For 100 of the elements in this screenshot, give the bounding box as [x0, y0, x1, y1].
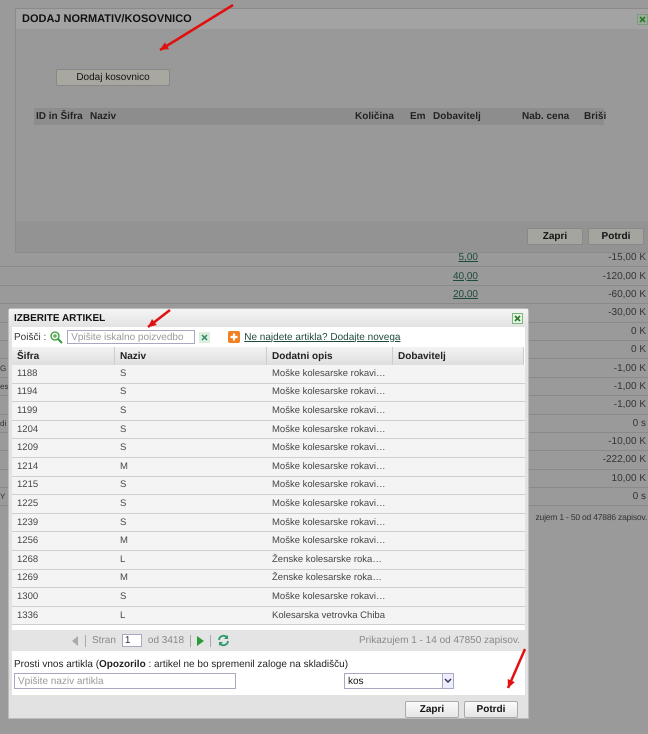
dialog-title: DODAJ NORMATIV/KOSOVNICO — [22, 13, 192, 25]
amount-cell-text: -120,00 K — [602, 270, 647, 282]
table-cell-text: 1209 — [16, 441, 40, 456]
refresh-icon[interactable] — [217, 634, 230, 647]
table-cell-text: S — [119, 441, 128, 456]
add-icon[interactable] — [228, 331, 240, 343]
previous-page-icon[interactable] — [72, 636, 79, 646]
table-cell-text: 1256 — [16, 534, 40, 548]
table-cell-text: 1300 — [16, 590, 40, 604]
amount-cell-text: 0 s — [632, 491, 647, 502]
page-field[interactable]: 1 — [122, 634, 142, 647]
table-cell-text: Moške kolesarske rokavi… — [271, 366, 387, 381]
quantity-link[interactable]: 20,00 — [452, 288, 478, 300]
quantity-link[interactable]: 5,00 — [458, 252, 478, 264]
table-cell-text: Moške kolesarske rokavi… — [271, 496, 387, 511]
table-cell-text: Moške kolesarske rokavi… — [271, 404, 387, 418]
amount-cell-text: 10,00 K — [612, 472, 647, 484]
table-cell-text: S — [119, 422, 128, 437]
add-bom-button[interactable]: Dodaj kosovnico — [56, 69, 170, 86]
caret-icon[interactable] — [442, 674, 453, 688]
dialog-title: IZBERITE ARTIKEL — [14, 312, 106, 324]
article-name-field[interactable]: Vpišite naziv artikla — [14, 673, 236, 689]
amount-cell-text: 0 K — [630, 344, 647, 356]
annotation-arrow — [506, 648, 526, 688]
table-cell-text: 1215 — [16, 478, 40, 492]
table-cell-text: 1214 — [16, 460, 40, 474]
table-cell-text: Moške kolesarske rokavi… — [271, 385, 387, 400]
column-header: Naziv — [90, 111, 118, 122]
records-summary: zujem 1 - 50 od 47886 zapisov. — [534, 511, 648, 524]
table-cell-text: Moške kolesarske rokavi… — [271, 422, 387, 437]
table-cell-text: M — [119, 534, 129, 548]
table-cell-text: S — [119, 385, 128, 400]
amount-cell-text: -10,00 K — [608, 436, 647, 448]
table-cell-text: S — [119, 590, 128, 604]
table-cell-text: S — [119, 516, 128, 530]
dialog-button[interactable]: Zapri — [527, 228, 583, 245]
table-cell-text: Moške kolesarske rokavi… — [271, 516, 387, 530]
page-total: od 3418 — [148, 635, 184, 646]
page-label: Stran — [92, 635, 116, 646]
table-cell-text: S — [119, 478, 128, 492]
warning-note: Prosti vnos artikla (Opozorilo : artikel ne bo spremenil zaloge na skladišču) — [14, 659, 350, 670]
table-cell-text: 1199 — [16, 404, 38, 418]
amount-cell-text: -1,00 K — [614, 399, 647, 410]
amount-cell-text: -1,00 K — [614, 362, 647, 374]
table-cell-text: Moške kolesarske rokavi… — [271, 534, 387, 548]
amount-cell-text: -30,00 K — [608, 307, 647, 318]
table-cell-text: Moške kolesarske rokavi… — [271, 590, 387, 604]
search-label: Poišči : — [14, 332, 46, 342]
column-header[interactable]: Dodatni opis — [267, 347, 393, 365]
column-header: Nab. cena — [522, 111, 570, 122]
column-header: ID in Šifra — [36, 111, 84, 122]
table-cell-text: S — [119, 404, 128, 418]
table-cell-text: Moške kolesarske rokavi… — [271, 478, 387, 492]
table-cell-text: 1204 — [16, 422, 40, 437]
table-cell-text: L — [119, 608, 126, 623]
column-header: Količina — [355, 111, 395, 122]
table-cell-text: Moške kolesarske rokavi… — [271, 441, 387, 456]
dialog-button[interactable]: Potrdi — [464, 701, 518, 718]
search-field[interactable]: Vpišite iskalno poizvedbo — [67, 330, 196, 344]
clear-icon[interactable] — [199, 332, 210, 342]
table-cell-text: Moške kolesarske rokavi… — [271, 460, 387, 474]
table-cell-text: 1269 — [16, 571, 40, 586]
next-page-icon[interactable] — [197, 636, 204, 646]
close-icon[interactable] — [637, 14, 648, 24]
table-cell-text: S — [119, 366, 128, 381]
table-cell-text: 1268 — [16, 552, 40, 567]
table-cell-text: Ženske kolesarske roka… — [271, 552, 383, 567]
search-icon[interactable] — [50, 330, 64, 344]
amount-cell-text: 0 K — [630, 326, 647, 337]
add-article-link[interactable]: Ne najdete artikla? Dodajte novega — [244, 332, 400, 342]
close-icon[interactable] — [512, 312, 523, 324]
column-header: Dobavitelj — [433, 111, 482, 122]
amount-cell-text: -15,00 K — [608, 252, 647, 264]
column-header: Em — [410, 111, 427, 122]
amount-cell-text: 0 s — [632, 418, 647, 429]
quantity-link[interactable]: 40,00 — [452, 270, 478, 282]
column-header[interactable]: Šifra — [12, 347, 115, 365]
table-cell-text: 1194 — [16, 385, 38, 400]
table-cell-text: M — [119, 460, 129, 474]
row-label: di — [0, 418, 8, 428]
table-cell-text: 1336 — [16, 608, 40, 623]
amount-cell-text: -222,00 K — [602, 454, 647, 466]
row-label: Y — [0, 492, 6, 502]
table-cell-text: Kolesarska vetrovka Chiba — [271, 608, 386, 623]
column-header[interactable]: Naziv — [115, 347, 267, 365]
amount-cell-text: -1,00 K — [614, 380, 647, 392]
table-cell-text: Ženske kolesarske roka… — [271, 570, 383, 586]
table-cell-text: 1188 — [16, 366, 38, 381]
amount-cell-text: -60,00 K — [608, 288, 647, 300]
dialog-button[interactable]: Potrdi — [588, 228, 644, 245]
column-header[interactable]: Dobavitelj — [393, 347, 524, 365]
table-cell-text: M — [119, 571, 129, 586]
table-cell-text: S — [119, 496, 128, 511]
unit-select[interactable]: kos — [344, 673, 454, 689]
records-summary: Prikazujem 1 - 14 od 47850 zapisov. — [358, 635, 521, 646]
table-cell-text: 1239 — [16, 516, 40, 530]
table-cell-text: L — [119, 552, 126, 567]
table-cell-text: 1225 — [16, 496, 40, 511]
annotation-arrow — [147, 309, 171, 328]
dialog-button[interactable]: Zapri — [405, 701, 459, 718]
